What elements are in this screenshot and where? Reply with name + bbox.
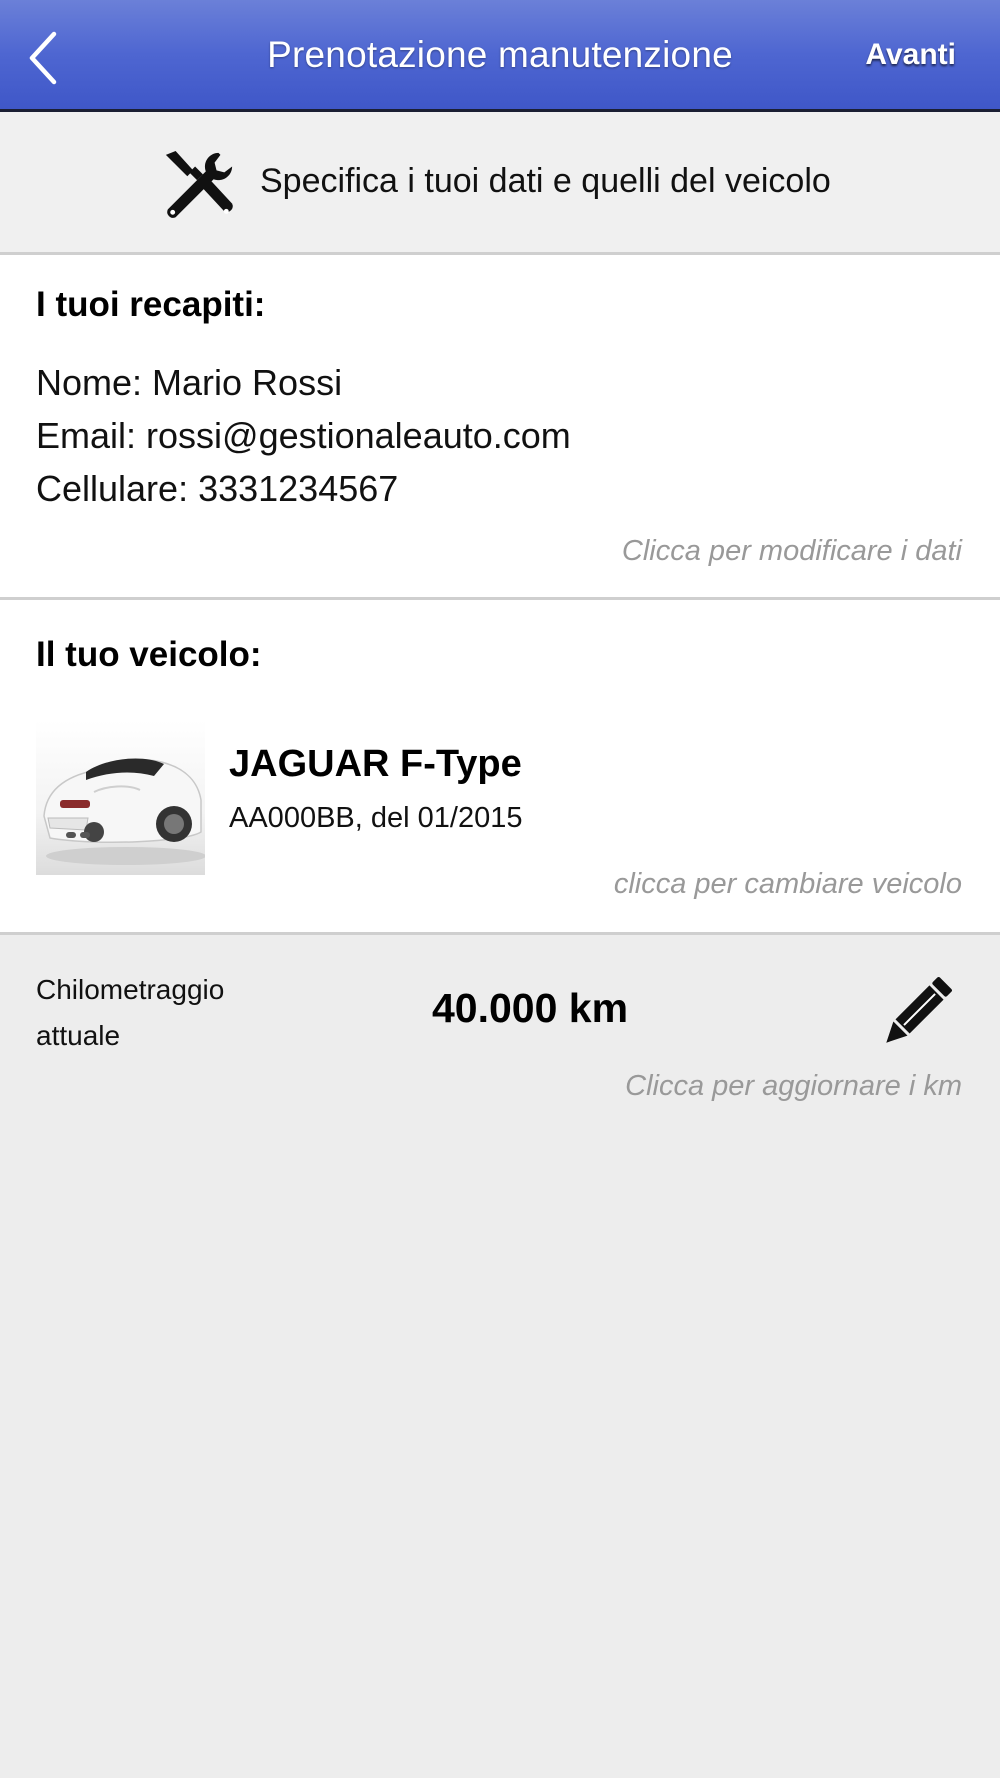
instruction-text: Specifica i tuoi dati e quelli del veico… [260,162,831,200]
mileage-label: Chilometraggio attuale [36,967,296,1059]
vehicle-photo [36,720,205,875]
vehicle-name: JAGUAR F-Type [229,743,522,785]
contact-email: Email: rossi@gestionaleauto.com [36,415,571,456]
instruction-banner: Specifica i tuoi dati e quelli del veico… [0,112,1000,255]
change-vehicle-hint: clicca per cambiare veicolo [613,868,962,900]
vehicle-details: AA000BB, del 01/2015 [229,802,523,834]
tools-icon [165,150,233,218]
navigation-bar: Prenotazione manutenzione Avanti [0,0,1000,112]
edit-contacts-hint: Clicca per modificare i dati [621,535,962,567]
vehicle-card[interactable]: Il tuo veicolo: JAGUAR F-Type AA000BB, d… [0,600,1000,935]
contacts-title: I tuoi recapiti: [36,285,266,324]
contact-phone: Cellulare: 3331234567 [36,468,399,509]
mileage-label-line1: Chilometraggio [36,974,225,1005]
mileage-section[interactable]: Chilometraggio attuale 40.000 km Clicca … [0,935,1000,1135]
contacts-card[interactable]: I tuoi recapiti: Nome: Mario Rossi Email… [0,255,1000,600]
vehicle-title: Il tuo veicolo: [36,635,262,674]
pencil-icon[interactable] [878,975,954,1051]
next-button[interactable]: Avanti [865,38,956,72]
update-mileage-hint: Clicca per aggiornare i km [625,1070,962,1102]
mileage-label-line2: attuale [36,1020,121,1051]
page-title: Prenotazione manutenzione [267,34,733,75]
contact-name: Nome: Mario Rossi [36,362,343,403]
mileage-value: 40.000 km [432,985,629,1031]
